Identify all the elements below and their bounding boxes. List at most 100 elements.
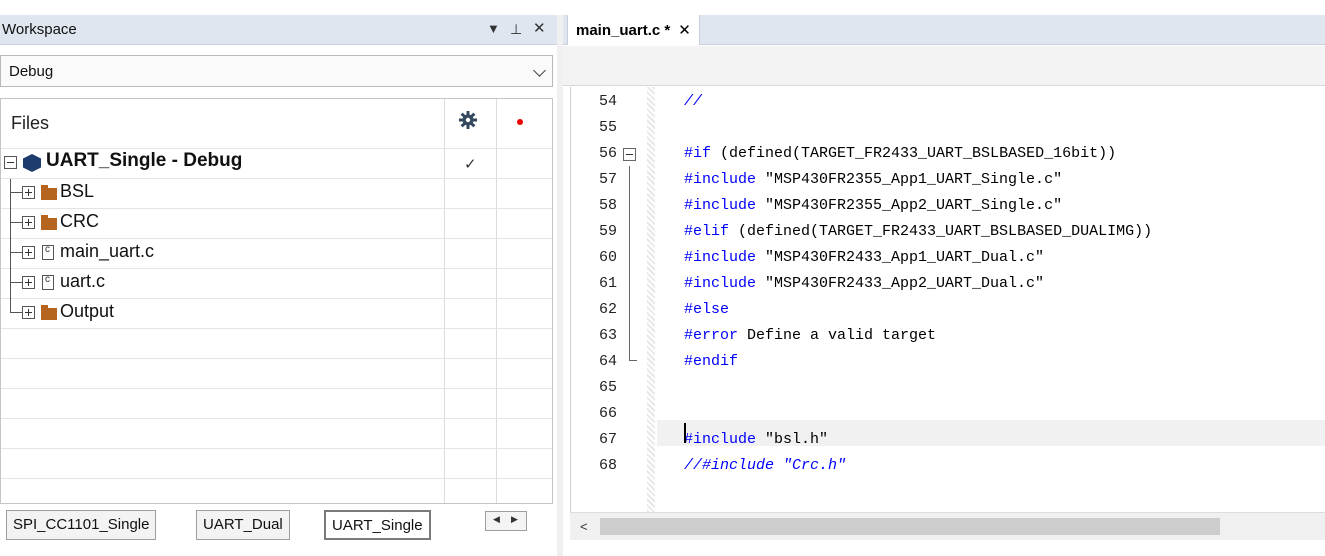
file-tree: Files UART_Single - Debug ✓ BSL CRC c ma… <box>0 98 553 504</box>
text-caret <box>684 423 686 443</box>
configuration-select[interactable]: Debug <box>0 55 553 87</box>
code-line[interactable]: 64 #endif <box>571 349 1325 375</box>
code-content: "bsl.h" <box>756 431 829 448</box>
line-number: 62 <box>598 301 617 318</box>
editor-toolbar <box>563 46 1325 86</box>
preprocessor-keyword: #include <box>684 197 757 214</box>
code-line[interactable]: 55 <box>571 115 1325 141</box>
preprocessor-keyword: #include <box>684 171 757 188</box>
code-content: "MSP430FR2433_App1_UART_Dual.c" <box>756 249 1045 266</box>
folder-icon <box>41 185 57 200</box>
code-line[interactable]: 57 #include "MSP430FR2355_App1_UART_Singl… <box>571 167 1325 193</box>
expand-icon[interactable] <box>22 186 35 199</box>
expand-icon[interactable] <box>22 306 35 319</box>
empty-row <box>1 359 552 389</box>
preprocessor-keyword: #else <box>684 301 730 318</box>
panel-splitter[interactable] <box>557 15 563 556</box>
empty-row <box>1 329 552 359</box>
breakpoint-column-icon <box>517 119 523 125</box>
configuration-value: Debug <box>9 63 54 80</box>
line-number: 54 <box>598 93 617 110</box>
code-line[interactable]: 62 #else <box>571 297 1325 323</box>
tab-spi-cc1101-single[interactable]: SPI_CC1101_Single <box>6 510 157 540</box>
preprocessor-keyword: #include <box>684 431 757 448</box>
close-tab-icon[interactable]: ✕ <box>678 22 691 39</box>
tree-item-label: uart.c <box>60 271 106 291</box>
close-icon[interactable]: ✕ <box>533 20 546 38</box>
tree-item-crc[interactable]: CRC <box>1 209 552 239</box>
scroll-right-icon[interactable]: ▶ <box>511 514 518 525</box>
gear-icon[interactable] <box>458 110 478 130</box>
line-number: 67 <box>598 431 617 448</box>
expand-icon[interactable] <box>22 246 35 259</box>
horizontal-scrollbar[interactable]: < <box>570 512 1325 540</box>
pin-icon[interactable]: ⊥ <box>510 20 522 38</box>
tree-item-output[interactable]: Output <box>1 299 552 329</box>
scroll-left-arrow-icon[interactable]: < <box>580 519 588 534</box>
code-text: #else <box>684 297 729 323</box>
chevron-down-icon <box>533 64 546 77</box>
tree-item-label: BSL <box>60 181 95 201</box>
line-number: 56 <box>598 145 617 162</box>
code-line[interactable]: 68 //#include "Crc.h" <box>571 453 1325 479</box>
scrollbar-thumb[interactable] <box>600 518 1220 535</box>
tab-uart-dual[interactable]: UART_Dual <box>196 510 290 540</box>
comment-text: // <box>684 93 703 110</box>
code-text: #error Define a valid target <box>684 323 936 349</box>
tree-item-label: main_uart.c <box>60 241 155 261</box>
files-column-header: Files <box>11 113 50 133</box>
comment-text: //#include "Crc.h" <box>684 457 847 474</box>
c-file-icon <box>42 244 54 260</box>
line-number: 60 <box>598 249 617 266</box>
fold-toggle-icon[interactable] <box>623 148 636 161</box>
empty-row <box>1 479 552 503</box>
tab-scroll-buttons[interactable]: ◀ ▶ <box>485 511 527 531</box>
preprocessor-keyword: #error <box>684 327 739 344</box>
code-line[interactable]: 58 #include "MSP430FR2355_App2_UART_Singl… <box>571 193 1325 219</box>
line-number: 68 <box>598 457 617 474</box>
tree-item-main-uart[interactable]: main_uart.c <box>1 239 552 269</box>
preprocessor-keyword: #include <box>684 249 757 266</box>
expand-icon[interactable] <box>22 216 35 229</box>
tree-item-label: Output <box>60 301 115 321</box>
code-editor[interactable]: 54 // 55 56 #if (defined(TARGET_FR2433_UART_… <box>570 87 1325 512</box>
editor-tab-bar: main_uart.c * ✕ <box>563 15 1325 45</box>
workspace-panel: Workspace ▼ ⊥ ✕ Debug Files UART_Single … <box>0 15 557 556</box>
preprocessor-keyword: #include <box>684 275 757 292</box>
code-line[interactable]: 65 <box>571 375 1325 401</box>
empty-row <box>1 419 552 449</box>
code-text: //#include "Crc.h" <box>684 453 846 479</box>
expand-icon[interactable] <box>22 276 35 289</box>
project-row[interactable]: UART_Single - Debug ✓ <box>1 149 552 179</box>
code-text: #include "MSP430FR2433_App2_UART_Dual.c" <box>684 271 1044 297</box>
scroll-left-icon[interactable]: ◀ <box>493 514 500 525</box>
code-line[interactable]: 59 #elif (defined(TARGET_FR2433_UART_BSLB… <box>571 219 1325 245</box>
line-number: 55 <box>598 119 617 136</box>
tab-uart-single[interactable]: UART_Single <box>324 510 431 540</box>
dropdown-arrow-icon[interactable]: ▼ <box>487 20 500 38</box>
project-icon <box>23 154 41 172</box>
tree-item-bsl[interactable]: BSL <box>1 179 552 209</box>
folder-icon <box>41 215 57 230</box>
code-line[interactable]: 56 #if (defined(TARGET_FR2433_UART_BSLBAS… <box>571 141 1325 167</box>
workspace-title: Workspace <box>2 21 77 38</box>
code-content: "MSP430FR2433_App2_UART_Dual.c" <box>756 275 1045 292</box>
line-number: 65 <box>598 379 617 396</box>
code-line[interactable]: 54 // <box>571 89 1325 115</box>
code-line[interactable]: 61 #include "MSP430FR2433_App2_UART_Dual.… <box>571 271 1325 297</box>
workspace-header: Workspace ▼ ⊥ ✕ <box>0 15 557 45</box>
line-number: 64 <box>598 353 617 370</box>
preprocessor-keyword: #if <box>684 145 712 162</box>
code-text: #include "MSP430FR2433_App1_UART_Dual.c" <box>684 245 1044 271</box>
line-number: 61 <box>598 275 617 292</box>
collapse-icon[interactable] <box>4 156 17 169</box>
editor-tab-main-uart[interactable]: main_uart.c * ✕ <box>567 15 700 45</box>
folder-icon <box>41 305 57 320</box>
tree-item-uart[interactable]: uart.c <box>1 269 552 299</box>
code-text: #elif (defined(TARGET_FR2433_UART_BSLBAS… <box>684 219 1152 245</box>
line-number: 57 <box>598 171 617 188</box>
line-number: 59 <box>598 223 617 240</box>
code-line[interactable]: 60 #include "MSP430FR2433_App1_UART_Dual.… <box>571 245 1325 271</box>
code-line[interactable]: 63 #error Define a valid target <box>571 323 1325 349</box>
tree-item-label: CRC <box>60 211 99 231</box>
